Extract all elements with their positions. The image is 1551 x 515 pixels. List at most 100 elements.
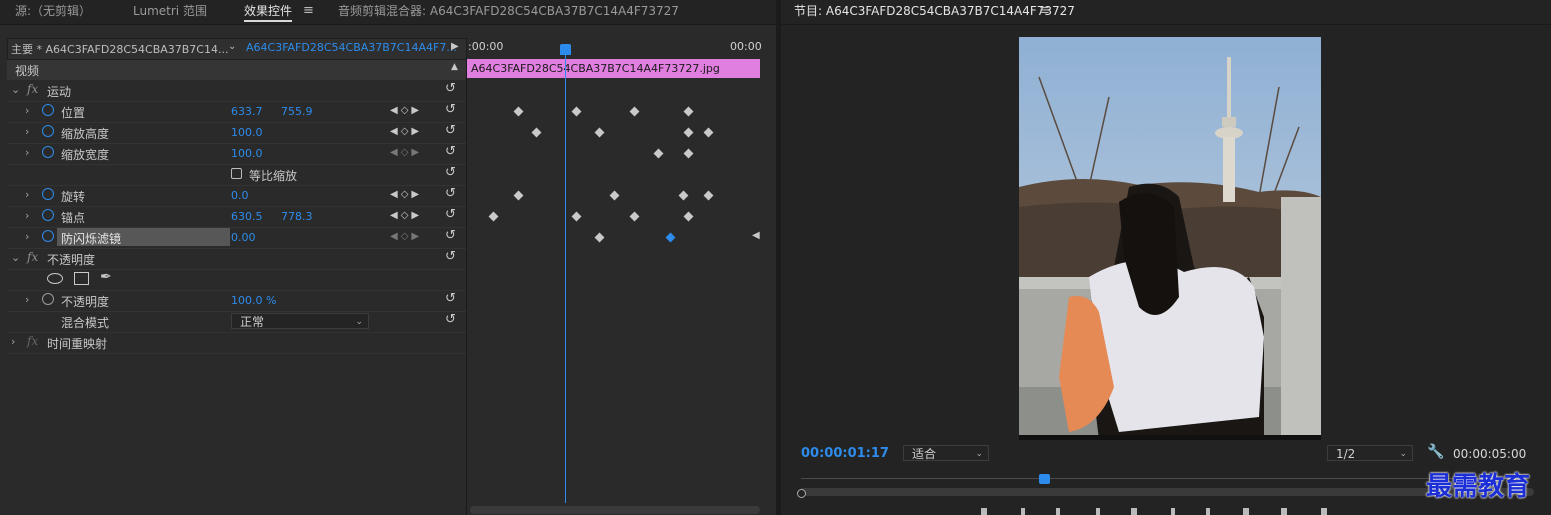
playhead-handle[interactable] — [560, 44, 571, 55]
chevron-right-icon[interactable]: › — [25, 209, 29, 222]
rotation-value[interactable]: 0.0 — [231, 189, 249, 202]
step-back-icon[interactable] — [1096, 508, 1100, 515]
property-row-anti-flicker: › 防闪烁滤镜 0.00 ◀◇▶ ↺ — [7, 227, 466, 249]
fx-icon[interactable]: fx — [27, 250, 38, 264]
zoom-fit-dropdown[interactable]: 适合 ⌄ — [903, 445, 989, 461]
chevron-down-icon[interactable]: ⌄ — [11, 251, 20, 264]
reset-icon[interactable]: ↺ — [445, 165, 456, 180]
collapse-up-icon[interactable]: ▲ — [451, 62, 458, 72]
step-forward-icon[interactable] — [1171, 508, 1175, 515]
pen-mask-icon[interactable]: ✒ — [100, 269, 112, 285]
keyframe-nav-icon[interactable]: ◀◇▶ — [390, 105, 422, 116]
anchor-label: 锚点 — [61, 211, 86, 225]
stopwatch-icon[interactable] — [42, 230, 54, 242]
reset-icon[interactable]: ↺ — [445, 186, 456, 201]
play-icon[interactable] — [1131, 508, 1137, 515]
chevron-right-icon[interactable]: › — [25, 230, 29, 243]
go-to-out-icon[interactable] — [1206, 508, 1210, 515]
property-row-rotation: › 旋转 0.0 ◀◇▶ ↺ — [7, 185, 466, 207]
anti-flicker-label: 防闪烁滤镜 — [61, 232, 122, 246]
chevron-right-icon[interactable]: › — [25, 146, 29, 159]
reset-icon[interactable]: ↺ — [445, 228, 456, 243]
timeline-scrollbar[interactable] — [470, 506, 760, 514]
current-timecode[interactable]: 00:00:01:17 — [801, 446, 889, 461]
tab-lumetri-scopes[interactable]: Lumetri 范围 — [133, 2, 207, 20]
position-x-value[interactable]: 633.7 — [231, 105, 263, 118]
program-monitor-panel: 节目: A64C3FAFD28C54CBA37B7C14A4F73727 ≡ 0… — [781, 0, 1551, 515]
anti-flicker-value[interactable]: 0.00 — [231, 231, 256, 244]
ellipse-mask-icon[interactable] — [47, 273, 63, 284]
watermark-logo: 最需教育 — [1426, 472, 1531, 502]
property-row-opacity: › 不透明度 100.0 % ↺ — [7, 290, 466, 312]
reset-icon[interactable]: ↺ — [445, 144, 456, 159]
chevron-down-icon: ⌄ — [355, 317, 363, 327]
scroll-handle-left[interactable] — [797, 489, 806, 498]
resolution-dropdown[interactable]: 1/2 ⌄ — [1327, 445, 1413, 461]
tab-effect-controls[interactable]: 效果控件 — [244, 2, 293, 22]
monitor-zoom-scrollbar[interactable] — [799, 488, 1534, 496]
fx-icon[interactable]: fx — [27, 334, 38, 348]
keyframe-nav-icon[interactable]: ◀◇▶ — [390, 189, 422, 200]
tab-audio-clip-mixer[interactable]: 音频剪辑混合器: A64C3FAFD28C54CBA37B7C14A4F7372… — [338, 2, 679, 20]
monitor-time-ruler[interactable] — [801, 478, 1521, 479]
scale-height-value[interactable]: 100.0 — [231, 126, 263, 139]
insert-icon[interactable] — [1243, 508, 1249, 515]
effect-row-time-remap: › fx 时间重映射 — [7, 332, 466, 354]
toggle-timeline-icon[interactable]: ▶ — [451, 41, 459, 52]
tab-source[interactable]: 源:（无剪辑） — [15, 2, 91, 20]
sequence-clip-label[interactable]: A64C3FAFD28C54CBA37B7C14A4F7... — [246, 41, 457, 54]
property-row-scale-height: › 缩放高度 100.0 ◀◇▶ ↺ — [7, 122, 466, 144]
fx-icon[interactable]: fx — [27, 82, 38, 96]
position-label: 位置 — [61, 106, 86, 120]
reset-icon[interactable]: ↺ — [445, 249, 456, 264]
panel-menu-icon[interactable]: ≡ — [1039, 3, 1050, 18]
anchor-x-value[interactable]: 630.5 — [231, 210, 263, 223]
stopwatch-icon[interactable] — [42, 293, 54, 305]
keyframe-timeline[interactable] — [466, 38, 763, 515]
reset-icon[interactable]: ↺ — [445, 81, 456, 96]
chevron-down-icon[interactable]: ⌄ — [11, 83, 20, 96]
monitor-playhead[interactable] — [1039, 474, 1050, 484]
keyframe-nav-icon[interactable]: ◀◇▶ — [390, 231, 422, 242]
opacity-label: 不透明度 — [61, 295, 110, 309]
reset-icon[interactable]: ↺ — [445, 312, 456, 327]
stopwatch-icon[interactable] — [42, 209, 54, 221]
overwrite-icon[interactable] — [1281, 508, 1287, 515]
keyframe-nav-icon[interactable]: ◀◇▶ — [390, 210, 422, 221]
panel-menu-icon[interactable]: ≡ — [303, 3, 314, 18]
chevron-right-icon[interactable]: › — [25, 188, 29, 201]
stopwatch-icon[interactable] — [42, 188, 54, 200]
chevron-right-icon[interactable]: › — [25, 104, 29, 117]
anchor-y-value[interactable]: 778.3 — [281, 210, 313, 223]
tab-program[interactable]: 节目: A64C3FAFD28C54CBA37B7C14A4F73727 — [794, 2, 1075, 20]
export-frame-icon[interactable] — [1321, 508, 1327, 515]
clip-bar[interactable]: A64C3FAFD28C54CBA37B7C14A4F73727.jpg — [467, 59, 760, 78]
reset-icon[interactable]: ↺ — [445, 207, 456, 222]
reset-icon[interactable]: ↺ — [445, 291, 456, 306]
stopwatch-icon[interactable] — [42, 104, 54, 116]
master-clip-label[interactable]: 主要 * A64C3FAFD28C54CBA37B7C14... — [11, 41, 228, 57]
go-to-in-icon[interactable] — [1056, 508, 1060, 515]
resolution-value: 1/2 — [1336, 447, 1356, 461]
uniform-scale-checkbox[interactable] — [231, 168, 242, 179]
stopwatch-icon[interactable] — [42, 146, 54, 158]
reset-icon[interactable]: ↺ — [445, 123, 456, 138]
chevron-down-icon[interactable]: ⌄ — [228, 41, 236, 52]
mark-in-icon[interactable] — [981, 508, 987, 515]
blend-mode-dropdown[interactable]: 正常 ⌄ — [231, 313, 369, 329]
keyframe-nav-icon[interactable]: ◀◇▶ — [390, 126, 422, 137]
chevron-right-icon[interactable]: › — [11, 335, 15, 348]
program-preview-image — [1019, 37, 1321, 440]
mark-out-icon[interactable] — [1021, 508, 1025, 515]
stopwatch-icon[interactable] — [42, 125, 54, 137]
wrench-icon[interactable]: 🔧 — [1427, 444, 1444, 460]
chevron-right-icon[interactable]: › — [25, 125, 29, 138]
rectangle-mask-icon[interactable] — [74, 272, 89, 285]
opacity-value[interactable]: 100.0 % — [231, 294, 276, 307]
chevron-right-icon[interactable]: › — [25, 293, 29, 306]
scale-width-value[interactable]: 100.0 — [231, 147, 263, 160]
position-y-value[interactable]: 755.9 — [281, 105, 313, 118]
chevron-down-icon: ⌄ — [1399, 449, 1407, 459]
reset-icon[interactable]: ↺ — [445, 102, 456, 117]
keyframe-nav-icon[interactable]: ◀◇▶ — [390, 147, 422, 158]
